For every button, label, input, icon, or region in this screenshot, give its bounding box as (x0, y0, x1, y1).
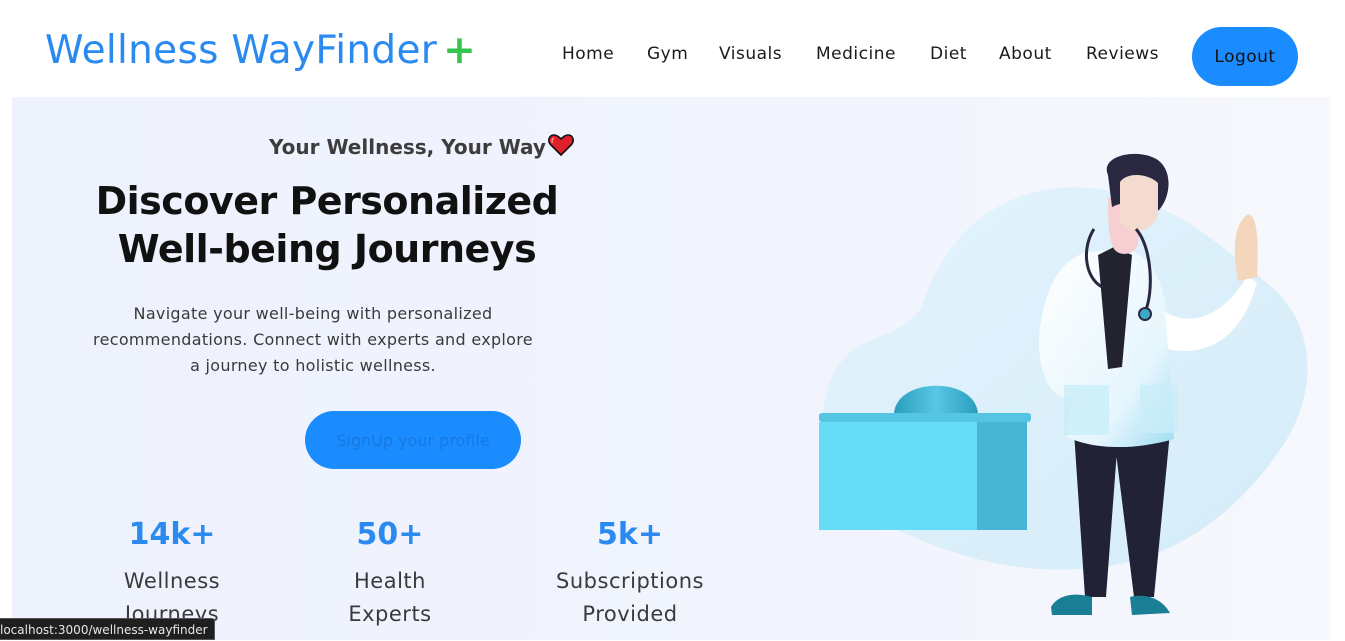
stat-value: 50+ (356, 517, 424, 552)
stat-value: 5k+ (597, 517, 663, 552)
browser-status-bar: localhost:3000/wellness-wayfinder (0, 618, 215, 640)
stat-subscriptions: 5k+ Subscriptions Provided (540, 515, 720, 631)
hero-section: Your Wellness, Your Way Discover Persona… (12, 97, 1330, 640)
headline-line-1: Discover Personalized (95, 179, 559, 223)
brand-name: Wellness WayFinder (45, 28, 438, 73)
nav-link-about[interactable]: About (999, 44, 1052, 64)
hero-headline: Discover Personalized Well-being Journey… (52, 177, 602, 273)
hero-description: Navigate your well-being with personaliz… (93, 304, 533, 375)
nav-link-reviews[interactable]: Reviews (1086, 44, 1159, 64)
hero-tagline: Your Wellness, Your Way (269, 133, 574, 162)
headline-line-2: Well-being Journeys (117, 227, 537, 271)
brand-logo[interactable]: Wellness WayFinder + (45, 28, 476, 73)
nav-link-visuals[interactable]: Visuals (719, 44, 782, 64)
stat-wellness-journeys: 14k+ Wellness Journeys (102, 515, 242, 631)
stat-health-experts: 50+ Health Experts (330, 515, 450, 631)
nav-link-diet[interactable]: Diet (930, 44, 967, 64)
nav-link-home[interactable]: Home (562, 44, 614, 64)
plus-icon: + (443, 28, 477, 73)
stat-label: Health Experts (348, 569, 432, 626)
stat-label: Subscriptions Provided (556, 569, 704, 626)
navbar: Wellness WayFinder + Home Gym Visuals Med… (0, 0, 1345, 97)
nav-link-medicine[interactable]: Medicine (816, 44, 896, 64)
heart-icon (548, 133, 574, 162)
stat-value: 14k+ (128, 517, 216, 552)
doctor-illustration (802, 137, 1322, 637)
logout-button[interactable]: Logout (1192, 27, 1298, 86)
tagline-text: Your Wellness, Your Way (269, 135, 546, 159)
nav-link-gym[interactable]: Gym (647, 44, 688, 64)
signup-button[interactable]: SignUp your profile (305, 411, 521, 469)
